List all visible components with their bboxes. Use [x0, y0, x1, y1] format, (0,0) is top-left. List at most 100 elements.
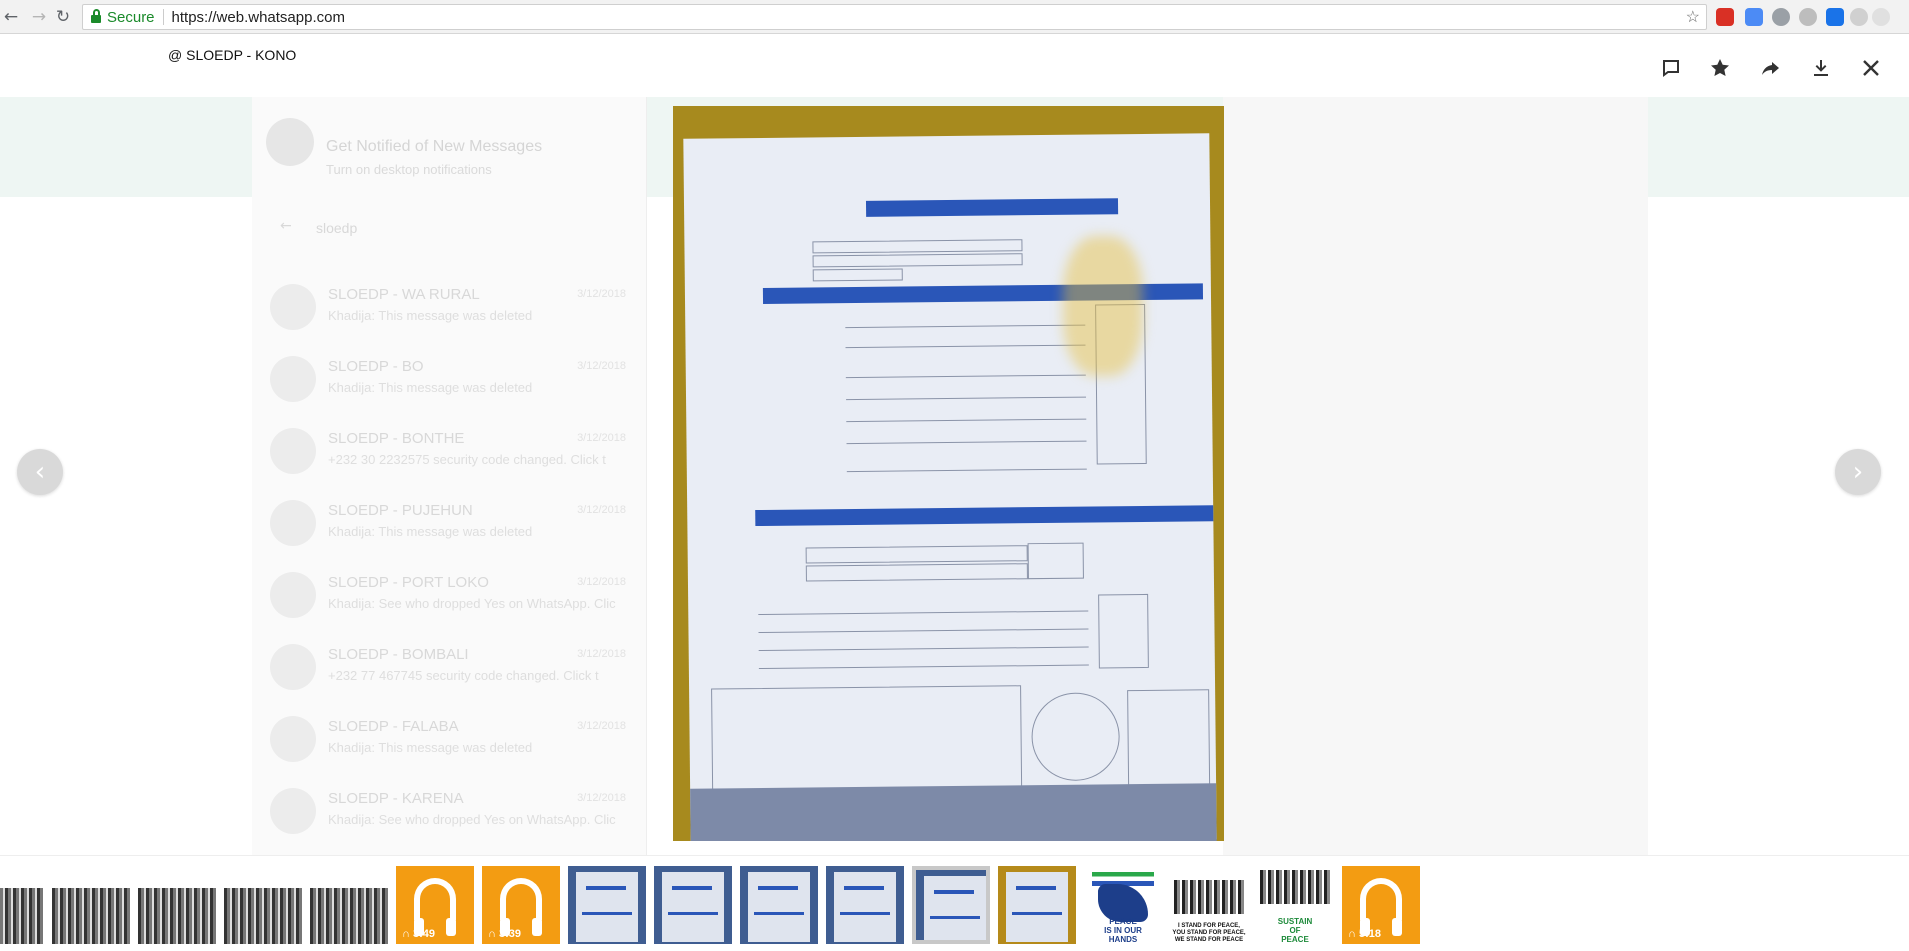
- notification-subtitle: Turn on desktop notifications: [326, 162, 492, 177]
- chat-time: 3/12/2018: [577, 504, 626, 516]
- thumbnail-image[interactable]: [568, 866, 646, 944]
- thumbnail-image[interactable]: [998, 866, 1076, 944]
- thumbnail-image[interactable]: [740, 866, 818, 944]
- notification-avatar: [266, 118, 314, 166]
- reply-button[interactable]: [1657, 54, 1685, 82]
- thumbnail-image[interactable]: SUSTAIN OF PEACE: [1256, 866, 1334, 944]
- thumbnail-image[interactable]: [0, 866, 43, 944]
- avatar: [270, 428, 316, 474]
- next-media-button[interactable]: ›: [1835, 449, 1881, 495]
- reload-icon[interactable]: ↻: [52, 6, 74, 28]
- chat-list-item: SLOEDP - PUJEHUN Khadija: This message w…: [270, 492, 650, 564]
- thumbnail-image[interactable]: [224, 866, 302, 944]
- media-thumbnail-strip: ∩ 3:49 ∩ 3:39 PEACE IS IN OUR HANDS I ST…: [0, 855, 1909, 951]
- avatar: [270, 284, 316, 330]
- address-bar[interactable]: Secure https://web.whatsapp.com ☆: [82, 4, 1707, 30]
- avatar: [270, 716, 316, 762]
- thumbnail-image[interactable]: [654, 866, 732, 944]
- bookmark-star-icon[interactable]: ☆: [1686, 7, 1700, 27]
- thumbnail-image[interactable]: [138, 866, 216, 944]
- avatar: [270, 572, 316, 618]
- previous-media-button[interactable]: ‹: [17, 449, 63, 495]
- chat-list-item: SLOEDP - KARENA Khadija: See who dropped…: [270, 780, 650, 852]
- chat-name: SLOEDP - WA RURAL: [328, 286, 480, 303]
- viewer-chat-title: @ SLOEDP - KONO: [168, 47, 297, 63]
- chat-time: 3/12/2018: [577, 288, 626, 300]
- chat-list-item: SLOEDP - BONTHE +232 30 2232575 security…: [270, 420, 650, 492]
- thumbnail-image[interactable]: [52, 866, 130, 944]
- chat-preview: +232 77 467745 security code changed. Cl…: [328, 668, 599, 683]
- back-icon[interactable]: ←: [0, 6, 22, 28]
- search-icon: ←: [280, 218, 292, 234]
- extension-icon[interactable]: [1716, 8, 1734, 26]
- poster-text: PEACE IS IN OUR HANDS: [1104, 917, 1142, 944]
- headphones-icon: [414, 878, 456, 936]
- notification-title: Get Notified of New Messages: [326, 138, 543, 155]
- media-image: [673, 106, 1224, 841]
- chat-name: SLOEDP - PUJEHUN: [328, 502, 473, 519]
- extension-icon[interactable]: [1826, 8, 1844, 26]
- close-button[interactable]: [1857, 54, 1885, 82]
- search-input: sloedp: [316, 220, 358, 236]
- chat-list-item: SLOEDP - FALABA Khadija: This message wa…: [270, 708, 650, 780]
- lock-icon: [91, 9, 101, 23]
- chat-list-item: SLOEDP - BO Khadija: This message was de…: [270, 348, 650, 420]
- chat-time: 3/12/2018: [577, 648, 626, 660]
- extension-icon[interactable]: [1850, 8, 1868, 26]
- thumbnail-audio[interactable]: ∩ 3:49: [396, 866, 474, 944]
- poster-text: SUSTAIN OF PEACE: [1277, 917, 1313, 944]
- chat-name: SLOEDP - FALABA: [328, 718, 459, 735]
- extension-icon[interactable]: [1799, 8, 1817, 26]
- divider: [162, 9, 164, 25]
- forward-nav-icon[interactable]: →: [28, 6, 50, 28]
- ballot-form-photo: [683, 133, 1217, 841]
- thumbnail-audio[interactable]: ∩ 3:39: [482, 866, 560, 944]
- chat-name: SLOEDP - KARENA: [328, 790, 464, 807]
- chevron-right-icon: ›: [1852, 457, 1864, 487]
- headphones-icon: [500, 878, 542, 936]
- chat-preview: Khadija: This message was deleted: [328, 740, 533, 755]
- chat-list-item: SLOEDP - PORT LOKO Khadija: See who drop…: [270, 564, 650, 636]
- chat-preview: Khadija: This message was deleted: [328, 524, 533, 539]
- thumbnail-image-selected[interactable]: [912, 866, 990, 944]
- audio-duration: ∩ 3:49: [402, 928, 436, 940]
- chat-list-item: SLOEDP - BOMBALI +232 77 467745 security…: [270, 636, 650, 708]
- chat-time: 3/12/2018: [577, 720, 626, 732]
- download-button[interactable]: [1807, 54, 1835, 82]
- chat-time: 3/12/2018: [577, 360, 626, 372]
- conversation-panel: [1223, 97, 1648, 951]
- chat-preview: Khadija: This message was deleted: [328, 380, 533, 395]
- avatar: [270, 356, 316, 402]
- thumbnail-image[interactable]: [310, 866, 388, 944]
- extension-icon[interactable]: [1872, 8, 1890, 26]
- browser-toolbar: ← → ↻ Secure https://web.whatsapp.com ☆: [0, 0, 1909, 34]
- chat-time: 3/12/2018: [577, 576, 626, 588]
- thumbnail-image[interactable]: PEACE IS IN OUR HANDS: [1084, 866, 1162, 944]
- star-button[interactable]: [1706, 54, 1734, 82]
- chat-name: SLOEDP - PORT LOKO: [328, 574, 489, 591]
- chat-name: SLOEDP - BO: [328, 358, 424, 375]
- thumbnail-image[interactable]: I STAND FOR PEACE, YOU STAND FOR PEACE, …: [1170, 866, 1248, 944]
- thumbnail-image[interactable]: [826, 866, 904, 944]
- close-icon: [1863, 60, 1879, 76]
- chat-preview: Khadija: This message was deleted: [328, 308, 533, 323]
- audio-duration: ∩ 3:39: [488, 928, 522, 940]
- chat-preview: Khadija: See who dropped Yes on WhatsApp…: [328, 596, 616, 611]
- extension-icon[interactable]: [1772, 8, 1790, 26]
- chat-time: 3/12/2018: [577, 792, 626, 804]
- extension-icon[interactable]: [1745, 8, 1763, 26]
- chat-time: 3/12/2018: [577, 432, 626, 444]
- message-icon: [1663, 60, 1679, 77]
- chat-preview: Khadija: See who dropped Yes on WhatsApp…: [328, 812, 616, 827]
- download-icon: [1814, 60, 1828, 76]
- chat-preview: +232 30 2232575 security code changed. C…: [328, 452, 606, 467]
- chat-list-item: SLOEDP - WA RURAL Khadija: This message …: [270, 276, 650, 348]
- avatar: [270, 644, 316, 690]
- thumbnail-audio[interactable]: ∩ 5:18: [1342, 866, 1420, 944]
- audio-duration: ∩ 5:18: [1348, 928, 1382, 940]
- star-icon: [1711, 59, 1729, 76]
- url-text: https://web.whatsapp.com: [171, 8, 345, 26]
- forward-button[interactable]: [1757, 54, 1785, 82]
- chevron-left-icon: ‹: [34, 457, 46, 487]
- avatar: [270, 500, 316, 546]
